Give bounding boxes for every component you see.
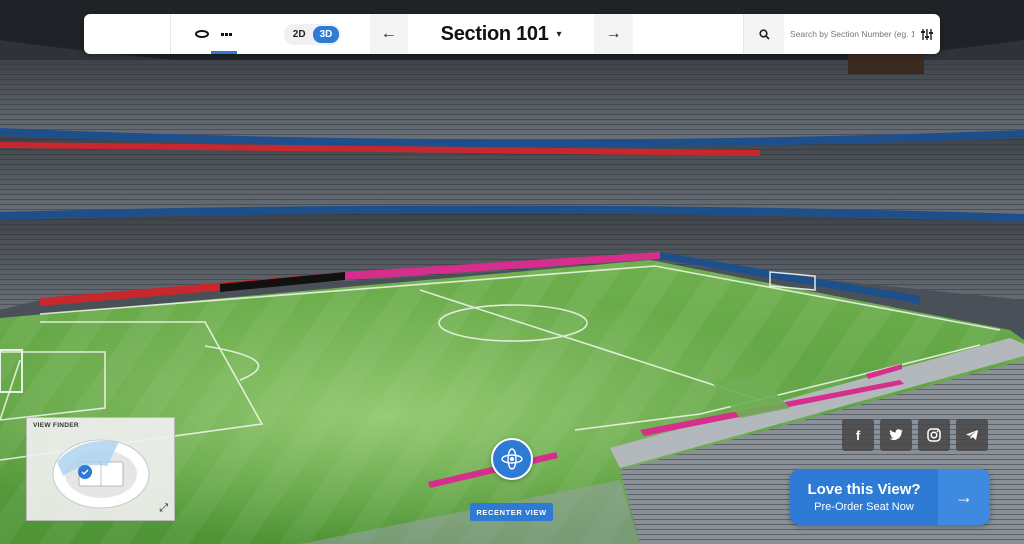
facebook-icon[interactable]: f	[842, 419, 874, 451]
stadium-minimap	[52, 439, 150, 509]
view-finder-label: VIEW FINDER	[33, 422, 79, 429]
active-view-indicator	[210, 51, 237, 54]
arrow-right-icon: →	[938, 469, 990, 525]
view-finder-panel[interactable]: VIEW FINDER ⤢	[26, 417, 175, 521]
instagram-icon[interactable]	[918, 419, 950, 451]
search-icon[interactable]	[744, 14, 784, 54]
pre-order-seat-button[interactable]: Love this View? Pre-Order Seat Now →	[790, 469, 990, 525]
expand-icon[interactable]: ⤢	[159, 502, 168, 515]
seat-rows-icon[interactable]	[220, 32, 232, 36]
recenter-view-button[interactable]: RECENTER VIEW	[470, 503, 553, 521]
prev-section-button[interactable]: ←	[369, 14, 408, 54]
view-mode-switcher	[169, 14, 256, 54]
social-share-bar: f	[842, 419, 988, 451]
section-search	[743, 14, 940, 54]
stadium-ring-icon[interactable]	[194, 30, 209, 38]
toggle-3d-button[interactable]: 3D	[312, 25, 340, 43]
section-toolbar: 2D 3D ← Section 101 ▾ →	[84, 14, 940, 54]
chevron-down-icon: ▾	[556, 28, 562, 40]
recenter-orbit-icon[interactable]	[491, 438, 533, 480]
cta-subline: Pre-Order Seat Now	[814, 501, 914, 513]
filter-sliders-icon[interactable]	[914, 28, 940, 41]
toggle-2d-button[interactable]: 2D	[286, 26, 313, 43]
cta-text: Love this View? Pre-Order Seat Now	[790, 469, 938, 525]
twitter-icon[interactable]	[880, 419, 912, 451]
section-search-input[interactable]	[784, 29, 914, 39]
section-title: Section 101	[440, 22, 549, 45]
next-section-button[interactable]: →	[594, 14, 633, 54]
dimension-toggle: 2D 3D	[255, 14, 369, 54]
telegram-icon[interactable]	[956, 419, 988, 451]
cta-headline: Love this View?	[807, 481, 921, 498]
section-selector[interactable]: Section 101 ▾	[408, 14, 595, 54]
